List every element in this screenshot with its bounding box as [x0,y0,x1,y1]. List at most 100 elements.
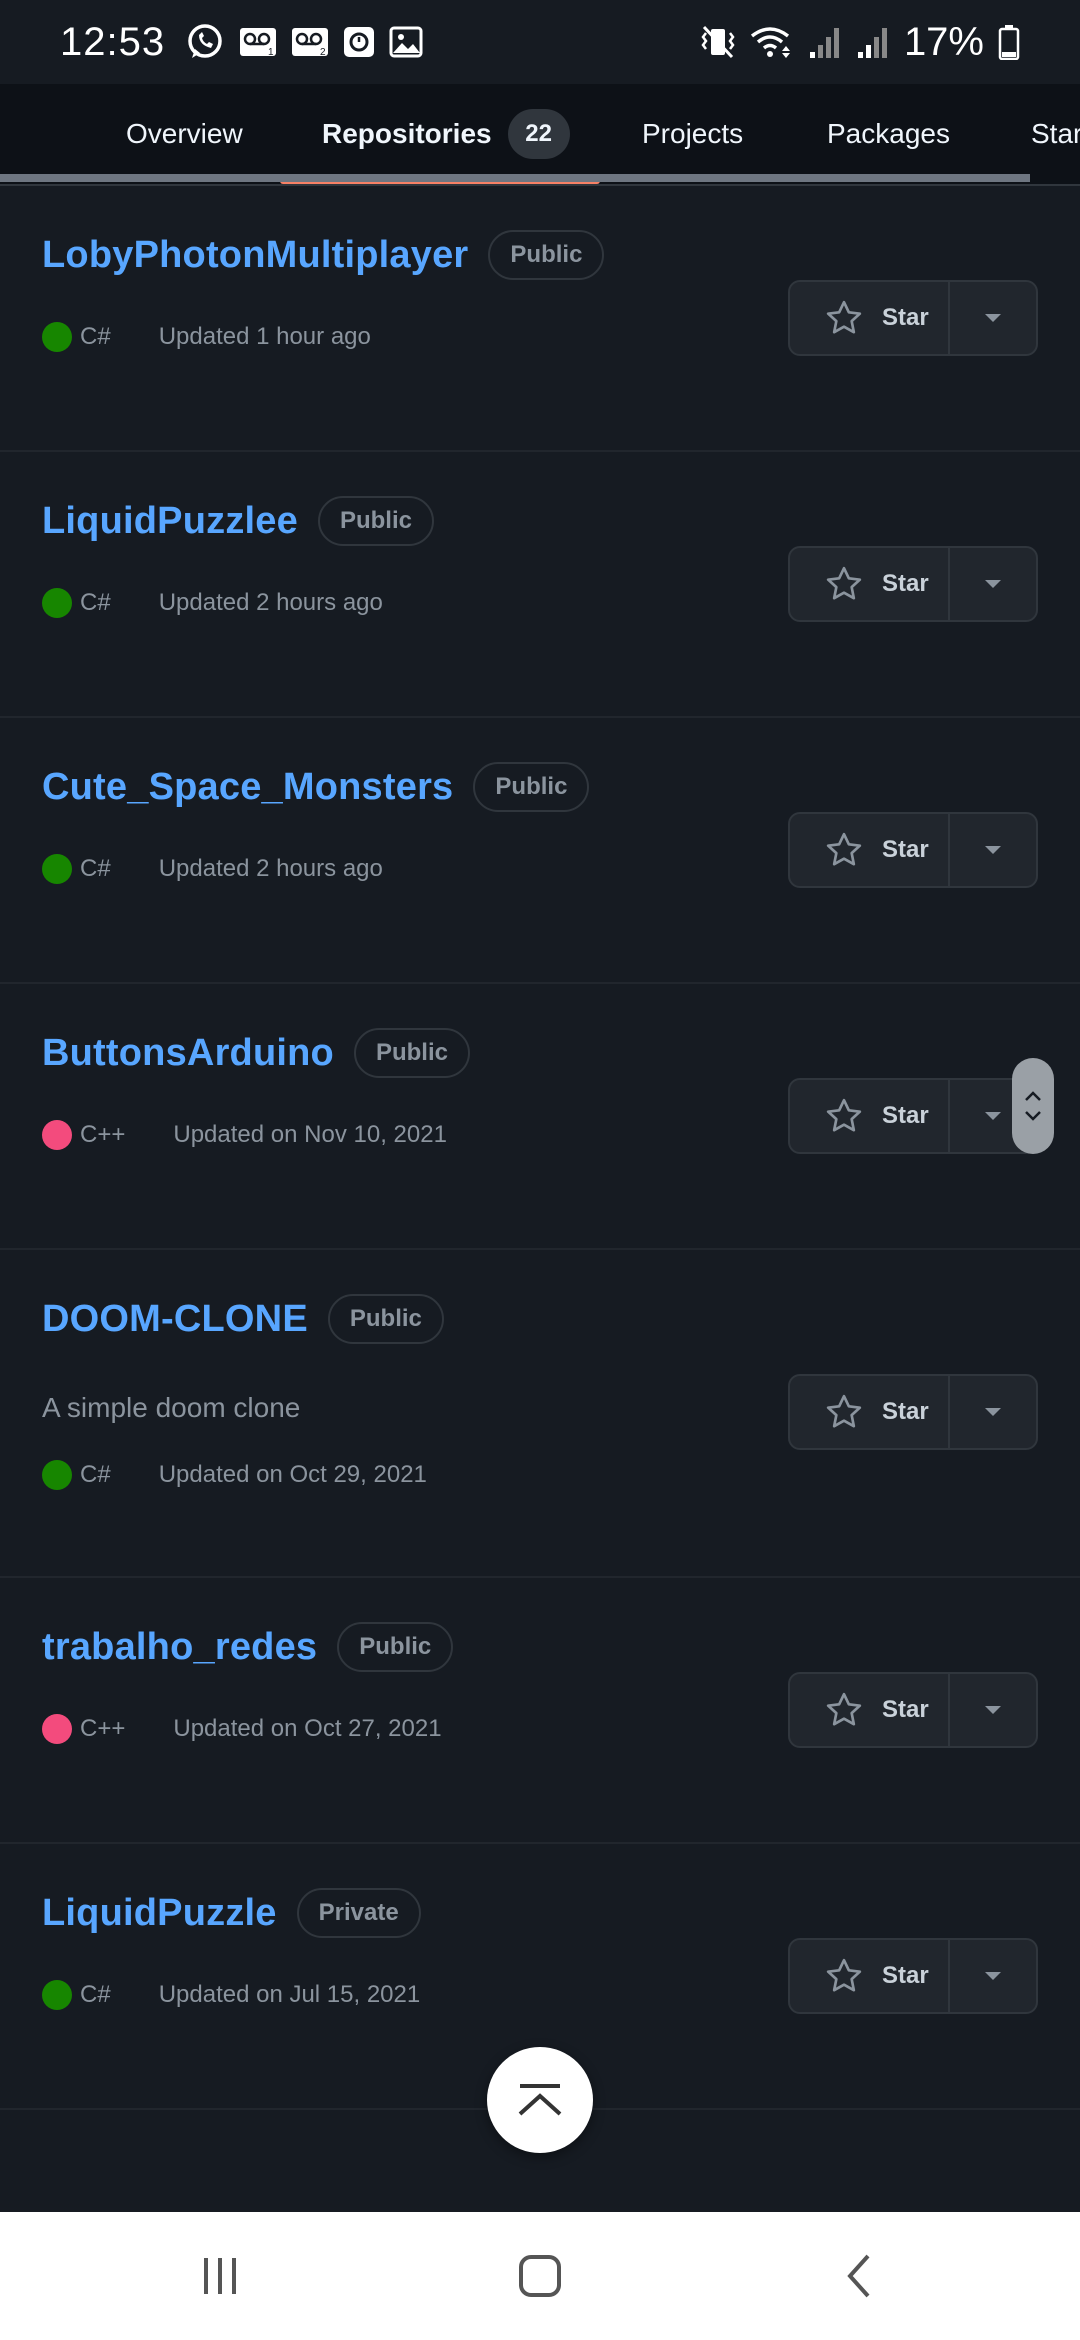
status-left-icons: 1 2 [185,22,423,62]
star-button-group: Star [788,280,1038,356]
repo-name-link[interactable]: Cute_Space_Monsters [42,766,453,809]
repo-updated: Updated on Oct 29, 2021 [158,1461,427,1488]
repo-items: ProjetoSantanderDevWeekPublicKotlinUpdat… [0,186,1080,2110]
repo-updated: Updated 2 hours ago [158,589,383,616]
svg-text:1: 1 [268,47,274,58]
signal-2-icon [856,24,890,60]
visibility-badge: Public [337,1622,454,1672]
language-color-dot [42,588,72,618]
visibility-badge: Public [488,230,605,280]
caret-down-icon [985,1972,1001,1980]
repo-updated: Updated on Jul 15, 2021 [158,1981,421,2008]
star-label: Star [882,1962,929,1989]
star-button[interactable]: Star [790,1940,950,2012]
fast-scroll-thumb[interactable] [1012,1058,1054,1154]
star-button[interactable]: Star [790,548,950,620]
battery-icon [998,24,1020,60]
whatsapp-icon [185,22,225,62]
repo-language: C# [80,323,111,350]
star-button-group: Star [788,1938,1038,2014]
repo-list-item: trabalho_redes Public C++ Updated on Oct 27… [0,1578,1080,1844]
repo-item-inner: LiquidPuzzlee Public C# Updated 2 hours ago… [42,452,1038,716]
repo-list-item: LiquidPuzzlee Public C# Updated 2 hours ago… [0,452,1080,718]
clock-app-icon [343,25,375,59]
chevron-up-icon [1025,1091,1041,1101]
repo-language: C# [80,855,111,882]
visibility-badge: Private [296,1888,421,1938]
arrow-to-top-icon [518,2084,562,2116]
star-label: Star [882,836,929,863]
repo-name-link[interactable]: LobyPhotonMultiplayer [42,234,468,277]
repo-language: C# [80,589,111,616]
tab-label: Stars [1031,118,1080,149]
star-button[interactable]: Star [790,1674,950,1746]
language-color-dot [42,1980,72,2010]
star-icon [826,1692,862,1726]
star-list-dropdown[interactable] [950,548,1036,620]
tab-label: Overview [126,118,243,149]
repo-name-link[interactable]: ButtonsArduino [42,1032,334,1075]
tab-label: Repositories [322,118,492,149]
star-button-group: Star [788,1078,1038,1154]
repo-head: LiquidPuzzlee Public [42,496,434,546]
caret-down-icon [985,1112,1001,1120]
recent-apps-button[interactable] [160,2226,280,2326]
visibility-badge: Public [327,1294,444,1344]
repo-name-link[interactable]: DOOM-CLONE [42,1298,308,1341]
tab-packages[interactable]: Packages [827,84,950,184]
repo-name-link[interactable]: trabalho_redes [42,1626,317,1669]
star-button[interactable]: Star [790,282,950,354]
repo-head: trabalho_redes Public [42,1622,454,1672]
repo-updated: Updated on Nov 10, 2021 [173,1121,447,1148]
status-right-icons: 17% [700,20,1020,65]
wifi-icon [750,24,794,60]
star-icon [826,300,862,334]
repo-item-inner: ButtonsArduino Public C++ Updated on Nov 10… [42,984,1038,1248]
repo-list-item: Cute_Space_Monsters Public C# Updated 2 hou… [0,718,1080,984]
star-list-dropdown[interactable] [950,1674,1036,1746]
tab-stars[interactable]: Stars [1031,84,1080,184]
repo-head: LiquidPuzzle Private [42,1888,421,1938]
star-list-dropdown[interactable] [950,1376,1036,1448]
repo-updated: Updated on Oct 27, 2021 [173,1715,442,1742]
repo-name-link[interactable]: LiquidPuzzle [42,1892,277,1935]
repo-list-item: DOOM-CLONE Public A simple doom clone C# Upd… [0,1250,1080,1578]
star-list-dropdown[interactable] [950,282,1036,354]
signal-1-icon [808,24,842,60]
tab-projects[interactable]: Projects [642,84,743,184]
star-label: Star [882,1102,929,1129]
repo-head: DOOM-CLONE Public [42,1294,444,1344]
back-to-top-button[interactable] [487,2047,593,2153]
star-button[interactable]: Star [790,1080,950,1152]
repo-item-inner: LobyPhotonMultiplayer Public C# Updated 1 h… [42,186,1038,450]
star-icon [826,1958,862,1992]
star-button[interactable]: Star [790,814,950,886]
back-icon [847,2254,870,2298]
tab-overview[interactable]: Overview [126,84,243,184]
star-list-dropdown[interactable] [950,1940,1036,2012]
tab-repositories[interactable]: Repositories 22 [322,84,570,184]
profile-tab-nav: Overview Repositories 22 Projects Packag… [0,84,1080,186]
visibility-badge: Public [317,496,434,546]
tab-label: Projects [642,118,744,149]
star-icon [826,566,862,600]
star-list-dropdown[interactable] [950,814,1036,886]
tab-scrollbar[interactable] [0,174,1030,182]
star-label: Star [882,1696,929,1723]
home-button[interactable] [480,2226,600,2326]
status-time: 12:53 [60,19,166,64]
repo-meta: C# Updated 2 hours ago [42,588,383,618]
repo-meta: C++ Updated on Oct 27, 2021 [42,1714,442,1744]
repo-description: A simple doom clone [42,1392,301,1423]
repo-meta: C# Updated 2 hours ago [42,854,383,884]
svg-text:2: 2 [320,47,326,58]
repo-item-inner: trabalho_redes Public C++ Updated on Oct 27… [42,1578,1038,1842]
chevron-down-icon [1025,1111,1041,1121]
star-button[interactable]: Star [790,1376,950,1448]
repo-item-inner: Cute_Space_Monsters Public C# Updated 2 hou… [42,718,1038,982]
repo-list[interactable]: ProjetoSantanderDevWeekPublicKotlinUpdat… [0,186,1080,2212]
tab-label: Packages [827,118,950,149]
language-color-dot [42,322,72,352]
back-button[interactable] [800,2226,920,2326]
repo-name-link[interactable]: LiquidPuzzlee [42,500,298,543]
